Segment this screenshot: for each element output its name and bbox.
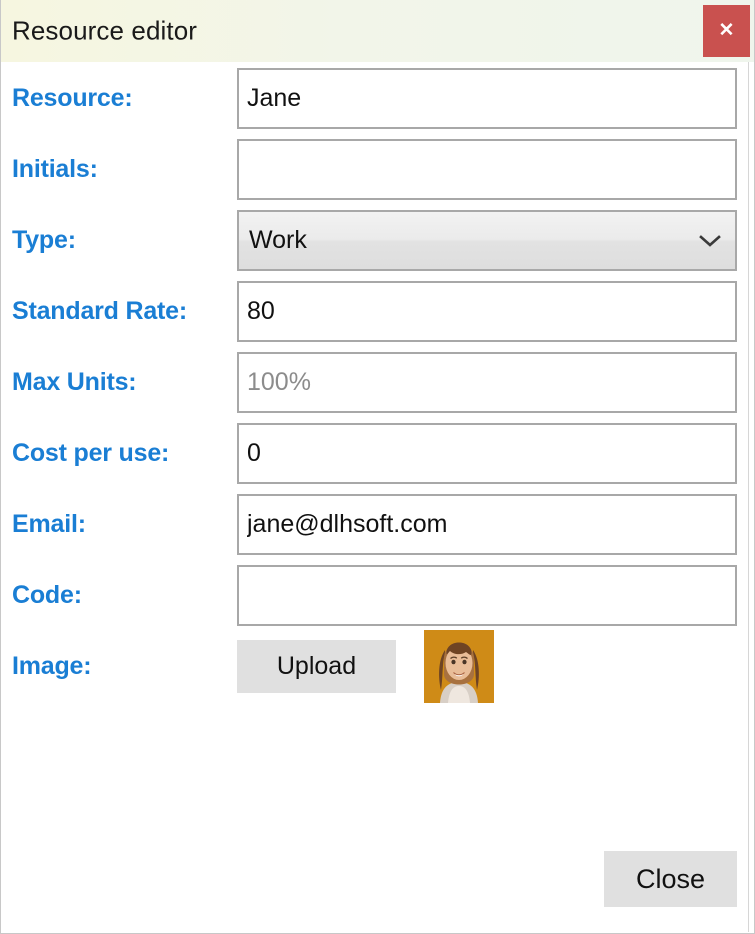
dialog-titlebar: Resource editor ✕ [1, 0, 754, 63]
field-wrap-initials [237, 139, 737, 200]
form-row-email: Email: [1, 489, 754, 560]
dialog-title: Resource editor [12, 15, 198, 46]
close-button[interactable]: Close [604, 851, 737, 907]
initials-input[interactable] [237, 139, 737, 200]
form-row-resource: Resource: [1, 63, 754, 134]
label-type: Type: [12, 226, 76, 254]
field-wrap-image: Upload [237, 630, 737, 703]
label-resource: Resource: [12, 84, 133, 112]
field-wrap-max-units [237, 352, 737, 413]
field-wrap-email [237, 494, 737, 555]
close-icon[interactable]: ✕ [703, 5, 750, 57]
upload-button[interactable]: Upload [237, 640, 396, 693]
type-select[interactable]: Work [237, 210, 737, 271]
form-row-code: Code: [1, 560, 754, 631]
label-standard-rate: Standard Rate: [12, 297, 188, 325]
form-row-image: Image: Upload [1, 630, 754, 703]
label-initials: Initials: [12, 155, 98, 183]
dialog-footer: Close [1, 851, 754, 907]
avatar [424, 630, 494, 703]
label-image: Image: [12, 652, 92, 680]
resource-form: Resource: Initials: Type: Work [1, 63, 754, 703]
email-input[interactable] [237, 494, 737, 555]
field-wrap-standard-rate [237, 281, 737, 342]
label-cost-per-use: Cost per use: [12, 439, 170, 467]
resource-input[interactable] [237, 68, 737, 129]
label-code: Code: [12, 581, 82, 609]
form-row-standard-rate: Standard Rate: [1, 276, 754, 347]
vertical-scrollbar[interactable] [748, 62, 754, 932]
form-row-max-units: Max Units: [1, 347, 754, 418]
type-select-value: Work [249, 226, 307, 254]
field-wrap-type: Work [237, 210, 737, 271]
form-row-cost-per-use: Cost per use: [1, 418, 754, 489]
resource-editor-dialog: Resource editor ✕ Resource: Initials: Ty… [0, 0, 755, 934]
max-units-input[interactable] [237, 352, 737, 413]
label-max-units: Max Units: [12, 368, 137, 396]
form-row-type: Type: Work [1, 205, 754, 276]
form-row-initials: Initials: [1, 134, 754, 205]
label-email: Email: [12, 510, 86, 538]
standard-rate-input[interactable] [237, 281, 737, 342]
field-wrap-resource [237, 68, 737, 129]
field-wrap-code [237, 565, 737, 626]
chevron-down-icon [699, 234, 721, 248]
field-wrap-cost-per-use [237, 423, 737, 484]
cost-per-use-input[interactable] [237, 423, 737, 484]
code-input[interactable] [237, 565, 737, 626]
